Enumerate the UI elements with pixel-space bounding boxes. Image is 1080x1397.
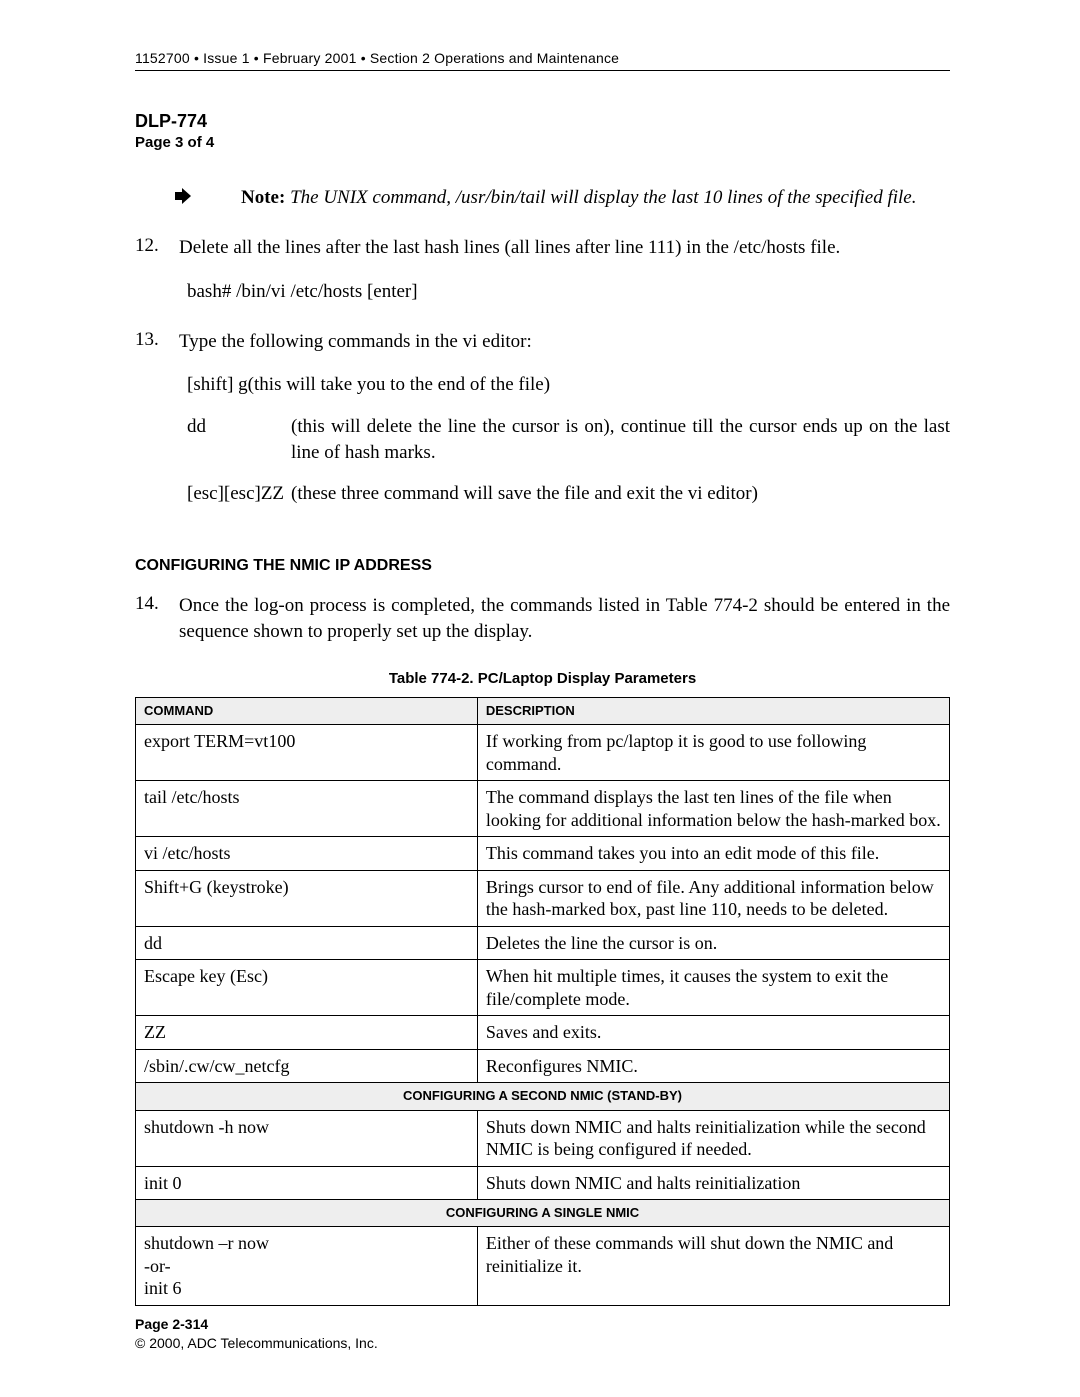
table-row: shutdown -h nowShuts down NMIC and halts…: [136, 1110, 950, 1166]
vi-shift-g: [shift] g(this will take you to the end …: [187, 372, 950, 398]
note-label: Note:: [241, 187, 285, 208]
table-row: tail /etc/hostsThe command displays the …: [136, 781, 950, 837]
footer-page-number: Page 2-314: [135, 1315, 378, 1334]
cell-description: This command takes you into an edit mode…: [477, 837, 949, 871]
step-number: 13.: [135, 329, 179, 355]
th-description: DESCRIPTION: [477, 698, 949, 725]
vi-command: [esc][esc]ZZ: [187, 481, 291, 507]
cell-command: vi /etc/hosts: [136, 837, 478, 871]
display-parameters-table: COMMAND DESCRIPTION export TERM=vt100If …: [135, 697, 950, 1306]
cell-command: ZZ: [136, 1016, 478, 1050]
table-row: /sbin/.cw/cw_netcfgReconfigures NMIC.: [136, 1049, 950, 1083]
table-row: ZZSaves and exits.: [136, 1016, 950, 1050]
vi-command: dd: [187, 414, 291, 465]
cell-description: Saves and exits.: [477, 1016, 949, 1050]
step-13: 13. Type the following commands in the v…: [135, 329, 950, 355]
dlp-number: DLP-774: [135, 111, 950, 132]
cell-command: Escape key (Esc): [136, 960, 478, 1016]
document-page: 1152700 • Issue 1 • February 2001 • Sect…: [0, 0, 1080, 1397]
cell-description: If working from pc/laptop it is good to …: [477, 725, 949, 781]
cell-command: Shift+G (keystroke): [136, 870, 478, 926]
page-footer: Page 2-314 © 2000, ADC Telecommunication…: [135, 1315, 378, 1353]
subheader-cell: CONFIGURING A SECOND NMIC (STAND-BY): [136, 1083, 950, 1110]
table-subheader: CONFIGURING A SINGLE NMIC: [136, 1200, 950, 1227]
vi-description: (this will delete the line the cursor is…: [291, 414, 950, 465]
table-row: Shift+G (keystroke)Brings cursor to end …: [136, 870, 950, 926]
table-header-row: COMMAND DESCRIPTION: [136, 698, 950, 725]
cell-description: Brings cursor to end of file. Any additi…: [477, 870, 949, 926]
table-subheader: CONFIGURING A SECOND NMIC (STAND-BY): [136, 1083, 950, 1110]
step-text: Once the log-on process is completed, th…: [179, 593, 950, 644]
running-header: 1152700 • Issue 1 • February 2001 • Sect…: [135, 50, 950, 71]
vi-dd-row: dd (this will delete the line the cursor…: [187, 414, 950, 465]
step-12: 12. Delete all the lines after the last …: [135, 235, 950, 261]
cell-command: shutdown –r now -or- init 6: [136, 1227, 478, 1306]
subheader-cell: CONFIGURING A SINGLE NMIC: [136, 1200, 950, 1227]
vi-description: (these three command will save the file …: [291, 481, 950, 507]
cell-description: Shuts down NMIC and halts reinitializati…: [477, 1110, 949, 1166]
step-14: 14. Once the log-on process is completed…: [135, 593, 950, 644]
table-row: Escape key (Esc)When hit multiple times,…: [136, 960, 950, 1016]
cell-description: The command displays the last ten lines …: [477, 781, 949, 837]
cell-description: Shuts down NMIC and halts reinitializati…: [477, 1166, 949, 1200]
cell-command: dd: [136, 926, 478, 960]
cell-description: Either of these commands will shut down …: [477, 1227, 949, 1306]
cell-command: export TERM=vt100: [136, 725, 478, 781]
footer-copyright: © 2000, ADC Telecommunications, Inc.: [135, 1334, 378, 1353]
table-caption: Table 774-2. PC/Laptop Display Parameter…: [135, 670, 950, 687]
cell-description: When hit multiple times, it causes the s…: [477, 960, 949, 1016]
section-heading: CONFIGURING THE NMIC IP ADDRESS: [135, 557, 950, 575]
arrow-right-icon: [175, 186, 191, 212]
th-command: COMMAND: [136, 698, 478, 725]
vi-esc-zz-row: [esc][esc]ZZ (these three command will s…: [187, 481, 950, 507]
step-text: Type the following commands in the vi ed…: [179, 329, 950, 355]
cell-command: /sbin/.cw/cw_netcfg: [136, 1049, 478, 1083]
table-row: export TERM=vt100If working from pc/lapt…: [136, 725, 950, 781]
page-of-n: Page 3 of 4: [135, 134, 950, 151]
table-row: ddDeletes the line the cursor is on.: [136, 926, 950, 960]
cell-command: tail /etc/hosts: [136, 781, 478, 837]
note-text: The UNIX command, /usr/bin/tail will dis…: [290, 187, 916, 208]
table-row: init 0Shuts down NMIC and halts reinitia…: [136, 1166, 950, 1200]
step-number: 12.: [135, 235, 179, 261]
cell-command: shutdown -h now: [136, 1110, 478, 1166]
cell-description: Deletes the line the cursor is on.: [477, 926, 949, 960]
note-block: Note: The UNIX command, /usr/bin/tail wi…: [135, 185, 950, 211]
table-row: shutdown –r now -or- init 6Either of the…: [136, 1227, 950, 1306]
step-text: Delete all the lines after the last hash…: [179, 235, 950, 261]
cell-command: init 0: [136, 1166, 478, 1200]
cell-description: Reconfigures NMIC.: [477, 1049, 949, 1083]
step-12-command: bash# /bin/vi /etc/hosts [enter]: [187, 279, 950, 305]
step-number: 14.: [135, 593, 179, 644]
table-row: vi /etc/hostsThis command takes you into…: [136, 837, 950, 871]
